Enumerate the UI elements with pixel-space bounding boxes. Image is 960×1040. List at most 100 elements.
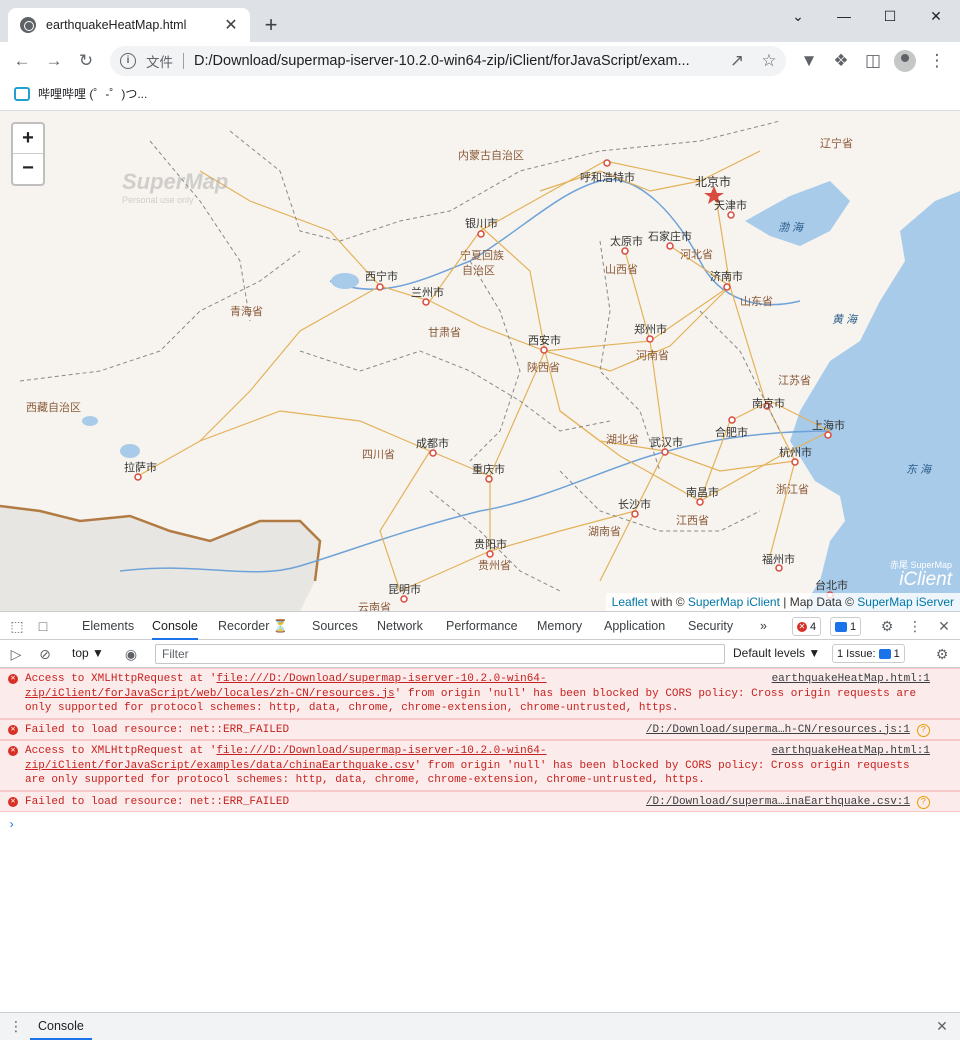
message-count-badge[interactable]: 1 bbox=[830, 617, 862, 636]
iclient-link[interactable]: SuperMap iClient bbox=[688, 595, 780, 609]
map-label: 呼和浩特市 bbox=[580, 172, 635, 184]
zoom-out-button[interactable]: − bbox=[13, 154, 43, 184]
chrome-menu-icon[interactable]: ⋮ bbox=[923, 47, 951, 75]
drawer-tab-console[interactable]: Console bbox=[30, 1013, 92, 1040]
map-label: 南京市 bbox=[752, 398, 785, 410]
log-levels-dropdown[interactable]: Default levels ▼ bbox=[733, 646, 820, 660]
leaflet-link[interactable]: Leaflet bbox=[612, 595, 648, 609]
globe-icon bbox=[20, 17, 36, 33]
tab-elements[interactable]: Elements bbox=[82, 612, 134, 640]
bookmark-item[interactable]: 哔哩哔哩 (゜-゜)つ... bbox=[14, 85, 147, 102]
settings-gear-icon[interactable]: ⚙ bbox=[879, 618, 895, 634]
tab-sources[interactable]: Sources bbox=[312, 612, 358, 640]
tab-search-button[interactable]: ⌄ bbox=[775, 0, 821, 32]
map-label: 杭州市 bbox=[779, 447, 812, 459]
tab-strip: earthquakeHeatMap.html ✕ + ⌄ — ☐ ✕ bbox=[0, 0, 960, 42]
map-label: 青海省 bbox=[230, 306, 263, 318]
map-label: 贵阳市 bbox=[474, 539, 507, 551]
source-link[interactable]: /D:/Download/superma…inaEarthquake.csv:1 bbox=[646, 795, 910, 810]
tab-close-icon[interactable]: ✕ bbox=[222, 16, 240, 34]
map-label: 拉萨市 bbox=[124, 462, 157, 474]
profile-avatar-icon[interactable] bbox=[891, 47, 919, 75]
map-label: 河北省 bbox=[680, 249, 713, 261]
map-label: 合肥市 bbox=[715, 427, 748, 439]
reload-icon[interactable]: ↻ bbox=[72, 47, 100, 75]
sidebar-toggle-icon[interactable]: ▷ bbox=[8, 646, 24, 662]
error-icon: ✕ bbox=[8, 746, 18, 756]
map-label: 自治区 bbox=[462, 265, 495, 277]
error-icon: ✕ bbox=[8, 674, 18, 684]
map-label: 昆明市 bbox=[388, 584, 421, 596]
map-label: 武汉市 bbox=[650, 437, 683, 449]
source-link[interactable]: earthquakeHeatMap.html:1 bbox=[772, 744, 930, 759]
map-label: 成都市 bbox=[416, 438, 449, 450]
tab-application[interactable]: Application bbox=[604, 612, 665, 640]
side-panel-icon[interactable]: ◫ bbox=[859, 47, 887, 75]
tab-memory[interactable]: Memory bbox=[537, 612, 582, 640]
map-label: 河南省 bbox=[636, 350, 669, 362]
tab-recorder[interactable]: Recorder ⏳ bbox=[218, 612, 288, 640]
console-prompt[interactable]: › bbox=[0, 812, 960, 838]
zoom-in-button[interactable]: + bbox=[13, 124, 43, 154]
tab-security[interactable]: Security bbox=[688, 612, 733, 640]
clear-console-icon[interactable]: ⊘ bbox=[37, 646, 53, 662]
source-link[interactable]: earthquakeHeatMap.html:1 bbox=[772, 672, 930, 687]
window-close-button[interactable]: ✕ bbox=[913, 0, 959, 32]
devtools-menu-icon[interactable]: ⋮ bbox=[907, 618, 923, 634]
map-label: 福州市 bbox=[762, 554, 795, 566]
lightbulb-icon[interactable]: ? bbox=[917, 795, 930, 809]
map-label: 重庆市 bbox=[472, 464, 505, 476]
context-selector[interactable]: top ▼ bbox=[72, 646, 104, 660]
error-icon: ✕ bbox=[8, 796, 18, 807]
map-label: 天津市 bbox=[714, 200, 747, 212]
minimize-button[interactable]: — bbox=[821, 0, 867, 32]
map-label: 西宁市 bbox=[365, 271, 398, 283]
map-label: 陕西省 bbox=[527, 362, 560, 374]
forward-arrow-icon[interactable]: → bbox=[40, 47, 68, 75]
address-bar[interactable]: i 文件 D:/Download/supermap-iserver-10.2.0… bbox=[110, 46, 786, 76]
map-label: 北京市 bbox=[695, 175, 732, 189]
drawer-menu-icon[interactable]: ⋮ bbox=[8, 1018, 24, 1034]
omnibox-divider bbox=[183, 53, 184, 69]
maximize-button[interactable]: ☐ bbox=[867, 0, 913, 32]
map-label: 上海市 bbox=[812, 420, 845, 432]
lightbulb-icon[interactable]: ? bbox=[917, 723, 930, 737]
iserver-link[interactable]: SuperMap iServer bbox=[857, 595, 954, 609]
map-label: 江苏省 bbox=[778, 375, 811, 387]
tab-network[interactable]: Network bbox=[377, 612, 423, 640]
tab-performance[interactable]: Performance bbox=[446, 612, 518, 640]
tab-console[interactable]: Console bbox=[152, 612, 198, 640]
console-output: ✕ earthquakeHeatMap.html:1 Access to XML… bbox=[0, 668, 960, 1012]
map-label: 云南省 bbox=[358, 602, 391, 611]
map-label: 江西省 bbox=[676, 515, 709, 527]
console-settings-icon[interactable]: ⚙ bbox=[934, 646, 950, 662]
devtools-close-icon[interactable]: ✕ bbox=[936, 618, 952, 634]
filter-input[interactable]: Filter bbox=[155, 644, 725, 664]
extension-v-icon[interactable]: ▼ bbox=[795, 47, 823, 75]
device-toolbar-icon[interactable]: □ bbox=[35, 618, 51, 634]
url-text[interactable]: D:/Download/supermap-iserver-10.2.0-win6… bbox=[194, 53, 724, 69]
eye-icon[interactable]: ◉ bbox=[123, 646, 139, 662]
map-label: 南昌市 bbox=[686, 487, 719, 499]
map-view[interactable]: 内蒙古自治区 呼和浩特市 北京市 天津市 辽宁省 银川市 宁夏回族 自治区 太原… bbox=[0, 111, 960, 611]
more-tabs-icon[interactable]: » bbox=[760, 612, 767, 640]
share-icon[interactable]: ↗ bbox=[723, 47, 751, 75]
inspect-element-icon[interactable]: ⬚ bbox=[9, 618, 25, 634]
error-count-badge[interactable]: ✕ 4 bbox=[792, 617, 822, 636]
drawer-close-icon[interactable]: ✕ bbox=[934, 1018, 950, 1034]
map-label: 内蒙古自治区 bbox=[458, 150, 524, 162]
extensions-puzzle-icon[interactable]: ❖ bbox=[827, 47, 855, 75]
info-icon[interactable]: i bbox=[120, 53, 136, 69]
map-label: 四川省 bbox=[362, 449, 395, 461]
back-arrow-icon[interactable]: ← bbox=[8, 47, 36, 75]
map-label: 贵州省 bbox=[478, 560, 511, 572]
console-error: ✕ earthquakeHeatMap.html:1 Access to XML… bbox=[0, 668, 960, 719]
map-label: 长沙市 bbox=[618, 499, 651, 511]
issues-badge[interactable]: 1 Issue: 1 bbox=[832, 644, 905, 663]
browser-tab[interactable]: earthquakeHeatMap.html ✕ bbox=[8, 8, 250, 42]
new-tab-button[interactable]: + bbox=[258, 12, 284, 38]
iclient-logo: 赤尾 SuperMap iClient bbox=[889, 560, 952, 590]
source-link[interactable]: /D:/Download/superma…h-CN/resources.js:1 bbox=[646, 723, 910, 738]
devtools-tabbar: ⬚ □ Elements Console Recorder ⏳ Sources … bbox=[0, 611, 960, 640]
bookmark-star-icon[interactable]: ☆ bbox=[755, 47, 783, 75]
